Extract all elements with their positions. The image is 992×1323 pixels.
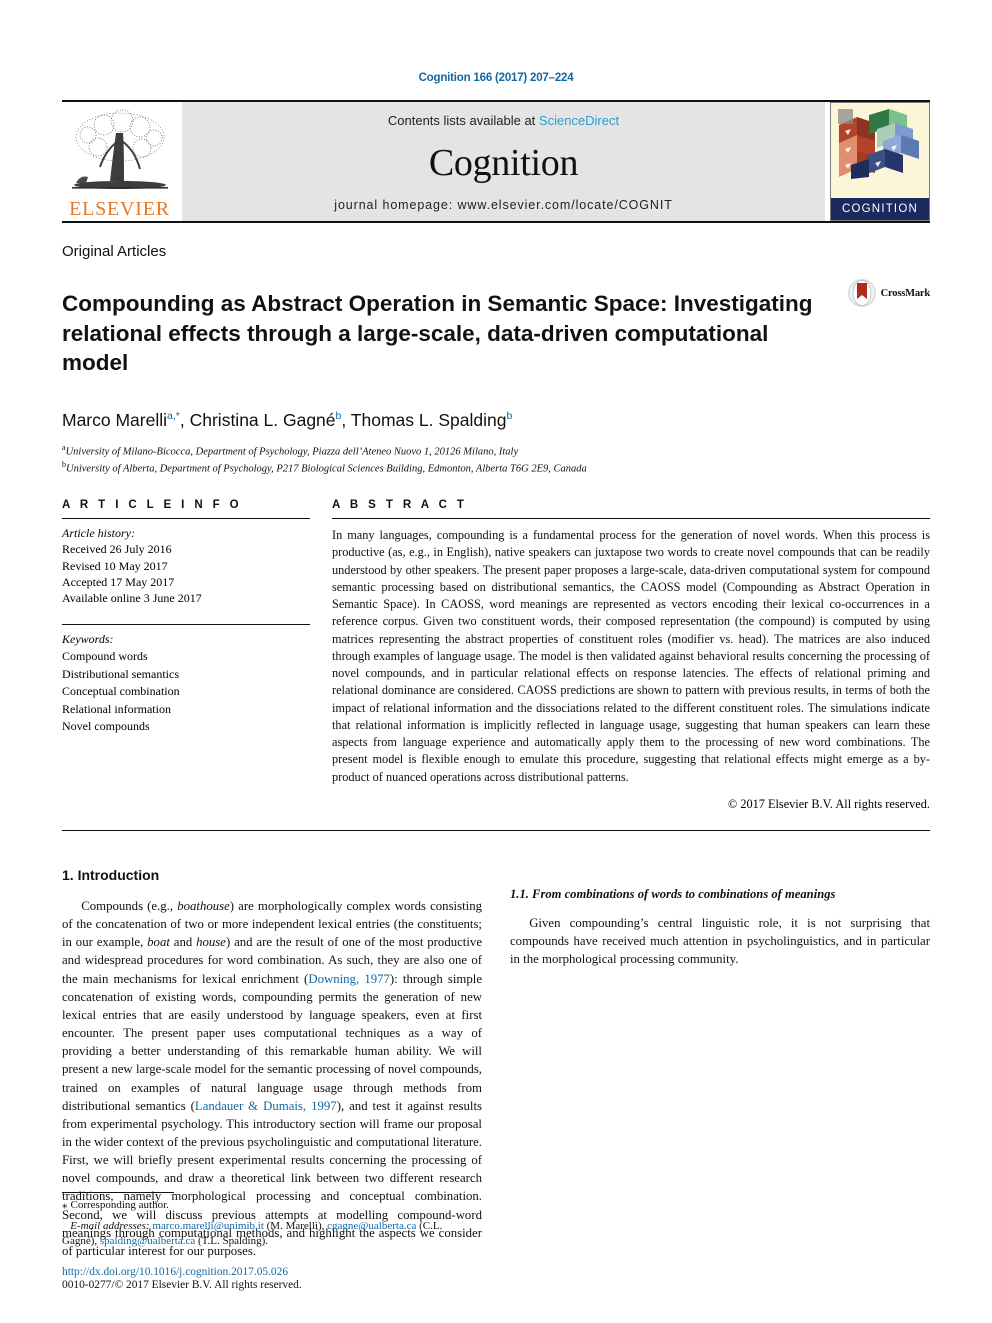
- citation-landauer-dumais-1997[interactable]: Landauer & Dumais, 1997: [195, 1099, 337, 1113]
- doi-link[interactable]: http://dx.doi.org/10.1016/j.cognition.20…: [62, 1266, 480, 1278]
- history-item: Accepted 17 May 2017: [62, 574, 175, 589]
- corresponding-author-marker: ⁎: [62, 1199, 68, 1212]
- intro-p1-a: Compounds (e.g.,: [81, 898, 178, 913]
- cover-stamp-icon: [838, 109, 853, 124]
- corresponding-author-text: Corresponding author.: [70, 1199, 169, 1212]
- email-marelli[interactable]: marco.marelli@unimib.it: [152, 1220, 264, 1232]
- article-history-label: Article history:: [62, 525, 135, 540]
- article-history: Article history: Received 26 July 2016 R…: [62, 525, 310, 607]
- body-column-right: 1.1. From combinations of words to combi…: [510, 867, 930, 1260]
- elsevier-logo: ELSEVIER: [62, 102, 177, 221]
- subsection-heading-1-1: 1.1. From combinations of words to combi…: [510, 886, 836, 901]
- history-item: Revised 10 May 2017: [62, 558, 168, 573]
- keyword-item: Distributional semantics: [62, 666, 179, 681]
- sciencedirect-link[interactable]: ScienceDirect: [539, 113, 619, 128]
- issn-copyright-line: 0010-0277/© 2017 Elsevier B.V. All right…: [62, 1279, 302, 1291]
- section-heading-introduction: 1. Introduction: [62, 866, 160, 883]
- crossmark-label: CrossMark: [880, 287, 931, 299]
- email-addresses-note: E-mail addresses: marco.marelli@unimib.i…: [62, 1219, 443, 1248]
- abstract-rule: [332, 517, 930, 519]
- title-row: Compounding as Abstract Operation in Sem…: [62, 274, 930, 393]
- citation-downing-1977[interactable]: Downing, 1977: [308, 972, 390, 986]
- author-1-marker: a,*: [167, 409, 180, 422]
- keyword-item: Relational information: [62, 701, 171, 716]
- intro-p1-em1: boathouse: [177, 898, 230, 913]
- author-3: Thomas L. Spaldingb: [350, 409, 513, 430]
- elsevier-wordmark: ELSEVIER: [69, 198, 170, 220]
- affiliation-b: bUniversity of Alberta, Department of Ps…: [62, 459, 930, 477]
- email-spalding[interactable]: spalding@ualberta.ca: [100, 1235, 195, 1247]
- affiliation-a: aUniversity of Milano-Bicocca, Departmen…: [62, 442, 930, 460]
- intro-p1-em2: boat: [147, 935, 170, 950]
- abstract-heading: A B S T R A C T: [332, 498, 468, 511]
- affiliations: aUniversity of Milano-Bicocca, Departmen…: [62, 442, 930, 477]
- abstract-copyright: © 2017 Elsevier B.V. All rights reserved…: [727, 796, 930, 811]
- history-item: Available online 3 June 2017: [62, 591, 202, 606]
- email-label: E-mail addresses:: [70, 1219, 150, 1232]
- keyword-item: Novel compounds: [62, 719, 150, 734]
- contents-line: Contents lists available at ScienceDirec…: [388, 113, 619, 128]
- elsevier-tree-icon: [68, 107, 172, 199]
- contents-prefix: Contents lists available at: [387, 113, 539, 128]
- abstract-bottom-rule: [62, 829, 930, 831]
- masthead-bottom-rule: [62, 221, 930, 223]
- email-marelli-owner: (M. Marelli): [266, 1219, 322, 1232]
- history-item: Received 26 July 2016: [62, 542, 172, 557]
- page-title: Compounding as Abstract Operation in Sem…: [62, 291, 813, 375]
- corresponding-author-note: ⁎ Corresponding author.: [62, 1198, 480, 1214]
- article-page: Cognition 166 (2017) 207–224 ELSEVIER Co…: [0, 0, 992, 1323]
- sciencedirect-panel: Contents lists available at ScienceDirec…: [182, 102, 825, 221]
- abstract-text: In many languages, compounding is a fund…: [332, 527, 930, 784]
- author-3-marker: b: [506, 409, 513, 422]
- intro-p1-em3: house: [196, 935, 226, 950]
- author-2: Christina L. Gagnéb: [189, 409, 342, 430]
- article-info-heading: A R T I C L E I N F O: [62, 498, 243, 511]
- running-head: Cognition 166 (2017) 207–224: [418, 72, 574, 84]
- author-2-marker: b: [335, 409, 342, 422]
- journal-title: Cognition: [428, 142, 579, 184]
- article-info-column: A R T I C L E I N F O Article history: R…: [62, 499, 310, 812]
- intro-p1-c: and: [169, 935, 197, 950]
- journal-cover-thumbnail: COGNITION: [830, 102, 930, 221]
- author-list: Marco Marellia,*, Christina L. Gagnéb, T…: [62, 409, 513, 430]
- info-abstract-region: A R T I C L E I N F O Article history: R…: [62, 499, 930, 812]
- keywords-block: Keywords: Compound words Distributional …: [62, 631, 310, 736]
- affiliation-a-text: University of Milano-Bicocca, Department…: [65, 446, 519, 458]
- footnote-rule: [62, 1192, 174, 1194]
- abstract-column: A B S T R A C T In many languages, compo…: [332, 499, 930, 812]
- email-spalding-owner: (T.L. Spalding): [197, 1235, 266, 1248]
- keywords-label: Keywords:: [62, 631, 114, 646]
- article-info-rule: [62, 517, 310, 519]
- article-section-kind: Original Articles: [62, 243, 167, 260]
- subsection-paragraph-1: Given compounding’s central linguistic r…: [510, 915, 930, 967]
- keyword-item: Conceptual combination: [62, 684, 180, 699]
- keyword-item: Compound words: [62, 649, 148, 664]
- email-gagne[interactable]: cgagne@ualberta.ca: [327, 1220, 416, 1232]
- cover-title-band: COGNITION: [831, 198, 929, 220]
- author-1: Marco Marellia,*: [62, 409, 180, 430]
- crossmark-badge[interactable]: CrossMark: [847, 278, 930, 308]
- keywords-rule: [62, 623, 310, 625]
- journal-masthead: ELSEVIER Contents lists available at Sci…: [62, 102, 930, 221]
- footnote-block: ⁎ Corresponding author. E-mail addresses:…: [62, 1192, 480, 1291]
- affiliation-b-text: University of Alberta, Department of Psy…: [66, 463, 587, 475]
- journal-homepage-link[interactable]: journal homepage: www.elsevier.com/locat…: [334, 198, 672, 212]
- intro-p1-e: ): through simple concatenation of exist…: [62, 971, 482, 1113]
- crossmark-badge-icon: [847, 279, 876, 307]
